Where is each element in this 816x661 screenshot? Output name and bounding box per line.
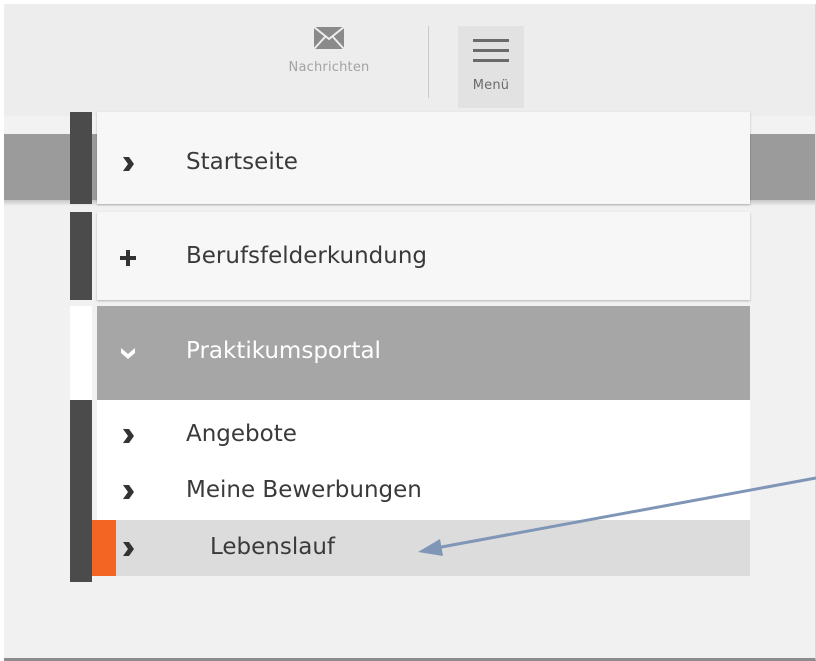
- submenu-item-label: Angebote: [186, 421, 297, 447]
- menu-item-label: Berufsfelderkundung: [186, 243, 428, 269]
- submenu-item-label: Meine Bewerbungen: [186, 477, 422, 503]
- header-divider: [428, 26, 429, 98]
- submenu-item-lebenslauf[interactable]: Lebenslauf: [97, 526, 747, 570]
- chevron-down-icon: [121, 348, 135, 359]
- envelope-icon: [313, 26, 345, 50]
- menu-button[interactable]: Menü: [458, 26, 524, 108]
- submenu-praktikumsportal: Angebote Meine Bewerbungen Lebenslauf: [70, 400, 750, 582]
- plus-icon: [120, 250, 136, 266]
- chevron-right-icon: [123, 542, 134, 556]
- menu-item-berufsfelderkundung[interactable]: Berufsfelderkundung: [70, 212, 750, 300]
- hamburger-menu-icon: [473, 39, 509, 62]
- menu-label: Menü: [472, 78, 510, 93]
- menu-item-stripe: [70, 306, 92, 400]
- menu-item-label: Startseite: [186, 149, 298, 175]
- messages-label: Nachrichten: [288, 60, 370, 75]
- top-header: Nachrichten Menü: [4, 4, 815, 116]
- submenu-item-angebote[interactable]: Angebote: [97, 414, 747, 454]
- chevron-right-icon: [123, 485, 134, 499]
- menu-item-label: Praktikumsportal: [186, 338, 381, 364]
- messages-button[interactable]: Nachrichten: [259, 26, 399, 75]
- submenu-stripe: [70, 400, 92, 582]
- menu-item-stripe: [70, 112, 92, 204]
- menu-item-startseite[interactable]: Startseite: [70, 112, 750, 204]
- menu-item-praktikumsportal[interactable]: Praktikumsportal: [70, 306, 750, 400]
- menu-item-stripe: [70, 212, 92, 300]
- submenu-item-label: Lebenslauf: [210, 534, 336, 560]
- submenu-item-meine-bewerbungen[interactable]: Meine Bewerbungen: [97, 470, 747, 510]
- chevron-right-icon: [123, 157, 134, 171]
- chevron-right-icon: [123, 429, 134, 443]
